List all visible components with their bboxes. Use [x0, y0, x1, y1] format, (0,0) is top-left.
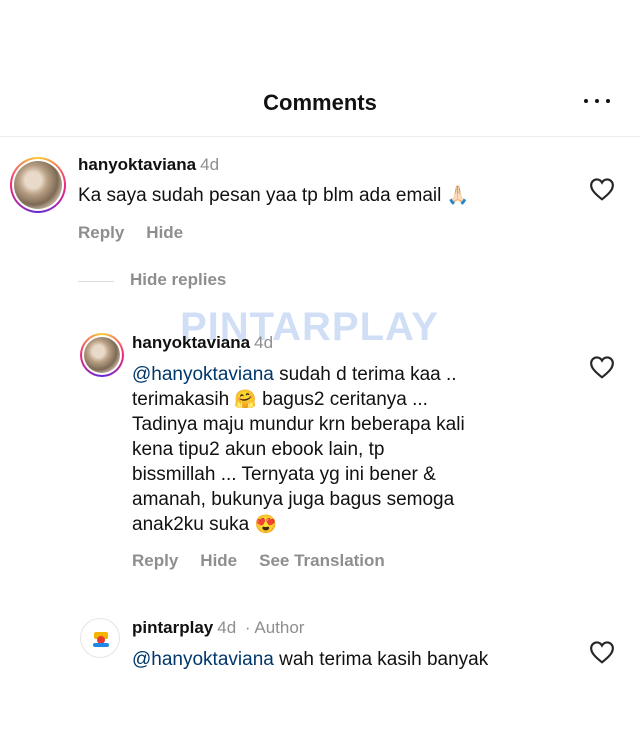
comments-header: Comments — [0, 80, 640, 137]
reply-actions: Reply Hide See Translation — [132, 551, 407, 571]
timestamp: 4d — [217, 618, 237, 637]
pintarplay-logo-icon — [93, 632, 109, 647]
timestamp: 4d — [254, 333, 274, 352]
reply-line: bissmillah ... Ternyata yg ini bener & — [132, 464, 436, 485]
avatar[interactable] — [80, 618, 120, 658]
comment-body: Ka saya sudah pesan yaa tp blm ada email — [78, 185, 442, 206]
reply-button[interactable]: Reply — [132, 551, 178, 570]
reply-line: anak2ku suka — [132, 514, 255, 535]
like-heart-icon[interactable] — [589, 177, 615, 201]
mention-link[interactable]: @hanyoktaviana — [132, 364, 274, 385]
reply-button[interactable]: Reply — [78, 223, 124, 242]
reply-line: amanah, bukunya juga bagus semoga — [132, 489, 455, 510]
comment-actions: Reply Hide — [78, 223, 205, 243]
username[interactable]: pintarplay — [132, 618, 213, 637]
avatar[interactable] — [10, 157, 66, 213]
more-options-icon[interactable] — [584, 91, 610, 111]
reply-author-row: pintarplay 4d · Author — [132, 618, 304, 638]
hugging-face-emoji: 🤗 — [234, 389, 257, 409]
hide-button[interactable]: Hide — [200, 551, 237, 570]
reply-text: @hanyoktaviana wah terima kasih banyak — [132, 647, 488, 672]
username[interactable]: hanyoktaviana — [78, 155, 196, 174]
reply-line: Tadinya maju mundur krn beberapa kali — [132, 414, 465, 435]
comment-author-row: hanyoktaviana 4d — [78, 155, 219, 175]
like-heart-icon[interactable] — [589, 640, 615, 664]
hide-replies-button[interactable]: Hide replies — [130, 270, 226, 290]
reply-line: sudah d terima kaa .. — [273, 364, 457, 385]
replies-divider — [78, 281, 114, 282]
reply-line: kena tipu2 akun ebook lain, tp — [132, 439, 385, 460]
page-title: Comments — [263, 90, 377, 115]
avatar[interactable] — [80, 333, 124, 377]
reply-body: wah terima kasih banyak — [273, 649, 489, 670]
reply-line: terimakasih — [132, 389, 235, 410]
heart-eyes-emoji: 😍 — [254, 514, 277, 534]
like-heart-icon[interactable] — [589, 355, 615, 379]
folded-hands-emoji: 🙏🏻 — [446, 185, 470, 205]
reply-author-row: hanyoktaviana 4d — [132, 333, 273, 353]
author-badge: · Author — [244, 618, 305, 637]
reply-text: @hanyoktaviana sudah d terima kaa .. ter… — [132, 362, 465, 537]
comment-text: Ka saya sudah pesan yaa tp blm ada email… — [78, 183, 469, 208]
see-translation-button[interactable]: See Translation — [259, 551, 385, 570]
hide-button[interactable]: Hide — [146, 223, 183, 242]
mention-link[interactable]: @hanyoktaviana — [132, 649, 274, 670]
reply-line: bagus2 ceritanya ... — [256, 389, 428, 410]
timestamp: 4d — [200, 155, 220, 174]
username[interactable]: hanyoktaviana — [132, 333, 250, 352]
